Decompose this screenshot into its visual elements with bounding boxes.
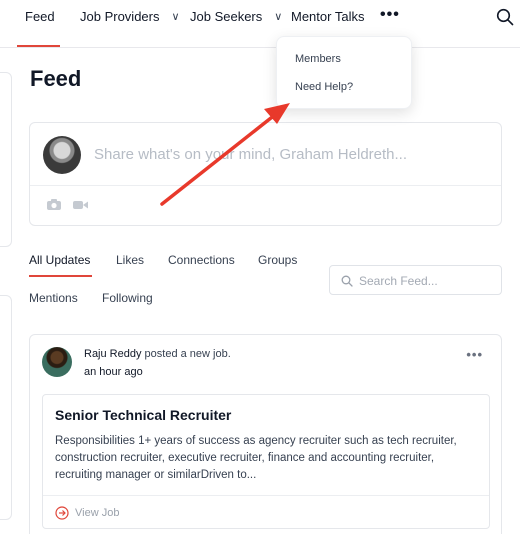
search-icon[interactable] bbox=[496, 8, 514, 26]
search-feed-placeholder: Search Feed... bbox=[359, 274, 438, 288]
tab-active-indicator bbox=[29, 275, 92, 277]
nav-feed[interactable]: Feed bbox=[25, 9, 55, 24]
nav-job-providers-label: Job Providers bbox=[80, 9, 160, 24]
chevron-down-icon: ∨ bbox=[274, 11, 283, 23]
nav-job-providers[interactable]: Job Providers ∨ bbox=[80, 9, 180, 24]
nav-more-button[interactable]: ••• bbox=[380, 6, 400, 24]
search-feed-input[interactable]: Search Feed... bbox=[329, 265, 502, 295]
post-menu-button[interactable]: ••• bbox=[466, 347, 483, 362]
tab-following[interactable]: Following bbox=[102, 291, 153, 305]
job-card-footer: View Job bbox=[43, 495, 489, 529]
left-panel-edge bbox=[0, 72, 12, 247]
nav-job-seekers[interactable]: Job Seekers ∨ bbox=[190, 9, 282, 24]
menu-item-need-help[interactable]: Need Help? bbox=[295, 81, 353, 93]
chevron-down-icon: ∨ bbox=[171, 11, 180, 23]
avatar bbox=[43, 136, 81, 174]
camera-icon[interactable] bbox=[46, 198, 62, 211]
nav-feed-active-indicator bbox=[17, 45, 60, 47]
nav-job-seekers-label: Job Seekers bbox=[190, 9, 263, 24]
post-composer: Share what's on your mind, Graham Heldre… bbox=[29, 122, 502, 226]
job-card: Senior Technical Recruiter Responsibilit… bbox=[42, 394, 490, 529]
composer-tools bbox=[46, 198, 89, 211]
page-title: Feed bbox=[30, 66, 82, 91]
composer-placeholder[interactable]: Share what's on your mind, Graham Heldre… bbox=[94, 146, 407, 163]
composer-input-area[interactable]: Share what's on your mind, Graham Heldre… bbox=[30, 123, 501, 186]
top-nav: Feed Job Providers ∨ Job Seekers ∨ Mento… bbox=[0, 0, 520, 48]
nav-mentor-talks-label: Mentor Talks bbox=[291, 9, 365, 24]
menu-item-members[interactable]: Members bbox=[295, 53, 341, 65]
view-job-button[interactable]: View Job bbox=[55, 506, 119, 520]
nav-mentor-talks[interactable]: Mentor Talks bbox=[291, 9, 364, 24]
video-icon[interactable] bbox=[72, 199, 89, 211]
tab-groups[interactable]: Groups bbox=[258, 253, 297, 267]
more-dots-icon: ••• bbox=[380, 6, 400, 23]
view-job-label: View Job bbox=[75, 507, 120, 519]
avatar[interactable] bbox=[42, 347, 72, 377]
feed-post: Raju Reddy posted a new job. an hour ago… bbox=[29, 334, 502, 534]
left-panel-edge bbox=[0, 295, 12, 520]
nav-feed-label: Feed bbox=[25, 9, 55, 24]
arrow-circle-right-icon bbox=[55, 506, 69, 520]
more-dropdown-menu: Members Need Help? bbox=[276, 36, 412, 109]
tab-mentions[interactable]: Mentions bbox=[29, 291, 78, 305]
tab-all-updates[interactable]: All Updates bbox=[29, 253, 90, 267]
search-icon bbox=[341, 275, 353, 287]
post-author-link[interactable]: Raju Reddy bbox=[84, 348, 141, 360]
post-action-text: posted a new job. bbox=[141, 348, 231, 360]
tab-connections[interactable]: Connections bbox=[168, 253, 235, 267]
post-meta: Raju Reddy posted a new job. bbox=[84, 348, 231, 360]
job-description: Responsibilities 1+ years of success as … bbox=[55, 435, 457, 481]
tab-likes[interactable]: Likes bbox=[116, 253, 144, 267]
job-title[interactable]: Senior Technical Recruiter bbox=[55, 407, 231, 423]
post-timestamp[interactable]: an hour ago bbox=[84, 366, 143, 378]
